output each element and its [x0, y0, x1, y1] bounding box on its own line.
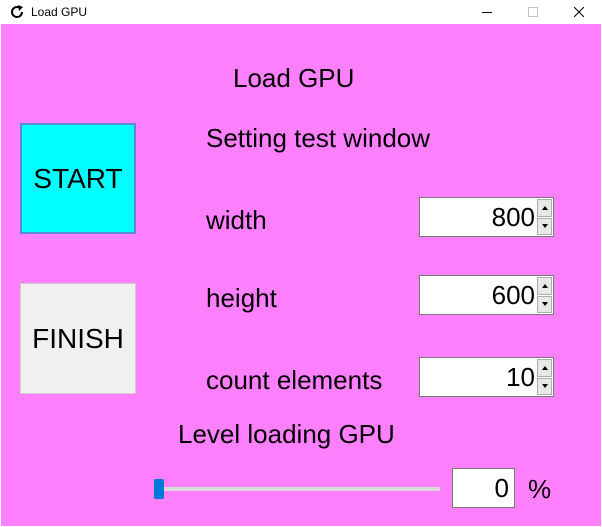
arrow-down-icon — [541, 384, 548, 389]
arrow-up-icon — [541, 283, 548, 288]
count-elements-label: count elements — [206, 365, 383, 395]
width-increment-button[interactable] — [537, 199, 552, 217]
finish-button[interactable]: FINISH — [20, 283, 136, 394]
arrow-down-icon — [541, 302, 548, 307]
level-loading-label: Level loading GPU — [178, 419, 395, 449]
close-button[interactable] — [556, 0, 602, 24]
count-spin-arrows — [537, 359, 552, 395]
arrow-up-icon — [541, 205, 548, 210]
percent-unit-label: % — [528, 474, 552, 504]
reload-icon — [9, 4, 25, 20]
width-label: width — [206, 205, 267, 235]
title-bar: Load GPU — [0, 0, 602, 24]
window-title: Load GPU — [31, 5, 88, 19]
close-icon — [574, 7, 584, 17]
height-increment-button[interactable] — [537, 277, 552, 295]
maximize-icon — [528, 7, 538, 17]
maximize-button[interactable] — [510, 0, 556, 24]
arrow-down-icon — [541, 224, 548, 229]
slider-thumb[interactable] — [154, 479, 164, 499]
minimize-icon — [482, 7, 492, 17]
minimize-button[interactable] — [464, 0, 510, 24]
width-value[interactable]: 800 — [492, 198, 535, 236]
height-spinbox[interactable]: 600 — [419, 275, 554, 315]
level-value-field[interactable]: 0 — [452, 468, 515, 508]
level-slider[interactable] — [152, 477, 440, 501]
count-elements-value[interactable]: 10 — [506, 358, 535, 396]
width-decrement-button[interactable] — [537, 217, 552, 235]
count-elements-spinbox[interactable]: 10 — [419, 357, 554, 397]
arrow-up-icon — [541, 365, 548, 370]
width-spin-arrows — [537, 199, 552, 235]
height-decrement-button[interactable] — [537, 295, 552, 313]
width-spinbox[interactable]: 800 — [419, 197, 554, 237]
height-spin-arrows — [537, 277, 552, 313]
count-increment-button[interactable] — [537, 359, 552, 377]
setting-test-window-label: Setting test window — [206, 123, 431, 153]
app-window: Load GPU Load GPU START Setting test win… — [0, 0, 602, 527]
height-value[interactable]: 600 — [492, 276, 535, 314]
page-title: Load GPU — [233, 63, 355, 93]
level-value[interactable]: 0 — [495, 469, 509, 507]
client-area: Load GPU START Setting test window width… — [1, 24, 601, 526]
height-label: height — [206, 283, 277, 313]
slider-track[interactable] — [156, 487, 440, 491]
start-button[interactable]: START — [20, 123, 136, 234]
count-decrement-button[interactable] — [537, 377, 552, 395]
